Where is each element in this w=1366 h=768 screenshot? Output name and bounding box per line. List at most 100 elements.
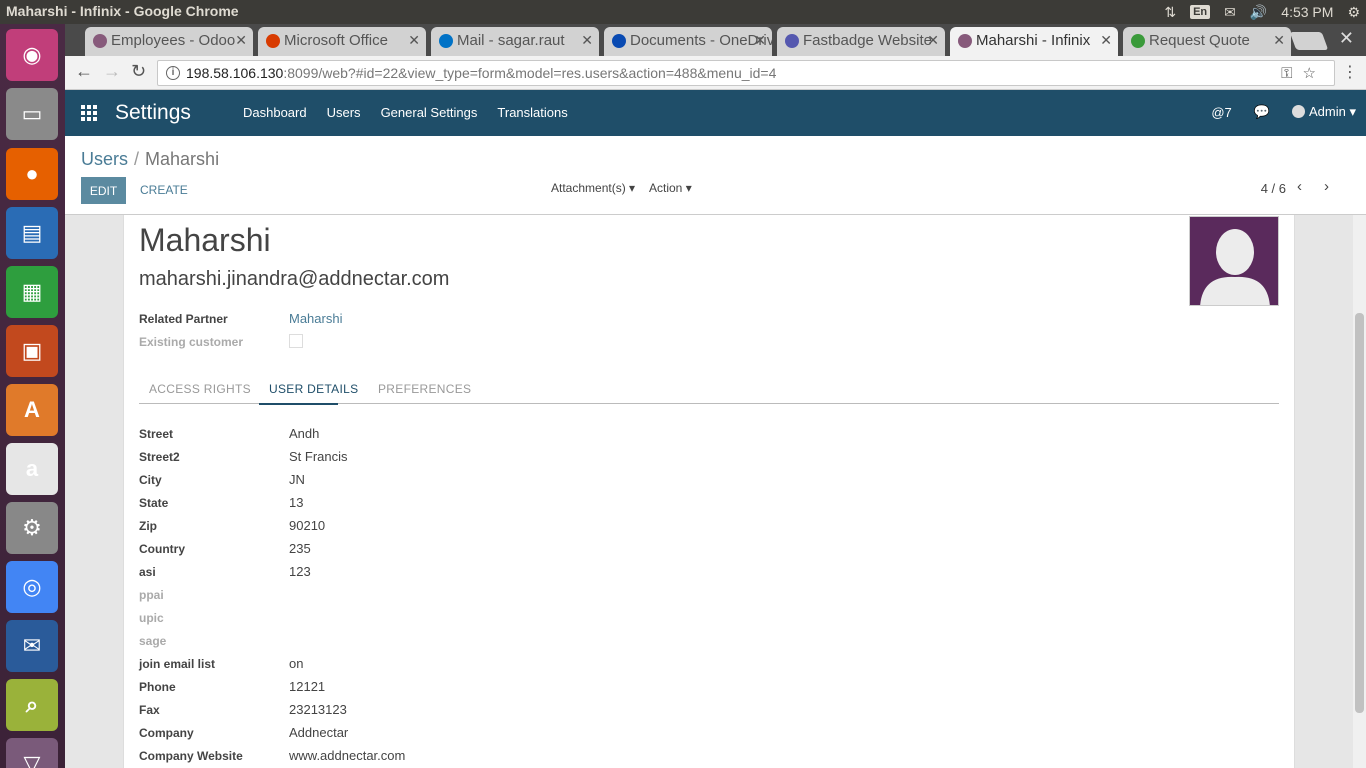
thunderbird-icon[interactable]: ✉ bbox=[6, 620, 58, 672]
main-menu: Dashboard Users General Settings Translatio… bbox=[243, 105, 568, 120]
bookmark-star-icon[interactable]: ☆ bbox=[1303, 65, 1326, 82]
breadcrumb-users-link[interactable]: Users bbox=[81, 149, 128, 169]
tab-close-icon[interactable]: ✕ bbox=[927, 32, 939, 49]
new-tab-button[interactable] bbox=[1289, 32, 1329, 50]
odoo-top-nav: Settings Dashboard Users General Settings T… bbox=[65, 90, 1366, 136]
field-value: 123 bbox=[289, 564, 311, 579]
tab-close-icon[interactable]: ✕ bbox=[1273, 32, 1285, 49]
menu-item-dashboard[interactable]: Dashboard bbox=[243, 105, 307, 120]
field-value: JN bbox=[289, 472, 305, 487]
form-view-content: Maharshi maharshi.jinandra@addnectar.com… bbox=[65, 215, 1353, 768]
writer-icon-glyph: ▤ bbox=[21, 220, 43, 245]
tab-close-icon[interactable]: ✕ bbox=[581, 32, 593, 49]
chrome-menu-icon[interactable]: ⋮ bbox=[1342, 62, 1358, 82]
browser-tab[interactable]: Fastbadge Website ✕ bbox=[777, 27, 945, 56]
tab-label: Employees - Odoo bbox=[111, 32, 236, 49]
form-notebook-tabs: ACCESS RIGHTS USER DETAILS PREFERENCES bbox=[139, 375, 1279, 405]
attachments-dropdown[interactable]: Attachment(s) ▾ bbox=[551, 181, 635, 195]
calc-icon[interactable]: ▦ bbox=[6, 266, 58, 318]
screenshot-icon[interactable]: ⌕ bbox=[6, 679, 58, 731]
field-label: ppai bbox=[139, 588, 164, 602]
software-center-icon[interactable]: A bbox=[6, 384, 58, 436]
tab-access-rights[interactable]: ACCESS RIGHTS bbox=[149, 382, 251, 396]
tab-label: Maharshi - Infinix bbox=[976, 32, 1091, 49]
tab-label: Mail - sagar.raut bbox=[457, 32, 565, 49]
action-dropdown[interactable]: Action ▾ bbox=[649, 181, 692, 195]
user-menu[interactable]: Admin ▾ bbox=[1291, 104, 1356, 120]
network-icon[interactable]: ⇅ bbox=[1164, 4, 1176, 21]
key-icon[interactable]: ⚿ bbox=[1281, 65, 1302, 82]
field-label: State bbox=[139, 496, 169, 510]
impress-icon[interactable]: ▣ bbox=[6, 325, 58, 377]
power-gear-icon[interactable]: ⚙ bbox=[1347, 4, 1360, 21]
mentions-counter[interactable]: @7 bbox=[1211, 105, 1231, 120]
control-panel: Users / Maharshi EDIT CREATE Attachment(s)… bbox=[65, 136, 1366, 215]
ubuntu-dash-icon[interactable]: ◉ bbox=[6, 29, 58, 81]
keyboard-layout-indicator[interactable]: En bbox=[1190, 5, 1211, 19]
tab-close-icon[interactable]: ✕ bbox=[408, 32, 420, 49]
page-scrollbar[interactable] bbox=[1353, 215, 1366, 768]
system-top-bar: Maharshi - Infinix - Google Chrome ⇅ En … bbox=[0, 0, 1366, 24]
tab-label: Request Quote bbox=[1149, 32, 1250, 49]
files-icon[interactable]: ▭ bbox=[6, 88, 58, 140]
url-path: :8099/web?#id=22&view_type=form&model=re… bbox=[283, 65, 777, 81]
edit-button[interactable]: EDIT bbox=[81, 177, 126, 204]
pager-previous-icon[interactable]: ‹ bbox=[1297, 178, 1302, 195]
tab-label: Microsoft Office bbox=[284, 32, 388, 49]
menu-item-users[interactable]: Users bbox=[327, 105, 361, 120]
trash-icon[interactable]: ▽ bbox=[6, 738, 58, 768]
related-partner-link[interactable]: Maharshi bbox=[289, 311, 342, 326]
field-value: Addnectar bbox=[289, 725, 349, 740]
tab-close-icon[interactable]: ✕ bbox=[1100, 32, 1112, 49]
browser-tab[interactable]: Documents - OneDrive ✕ bbox=[604, 27, 772, 56]
create-button[interactable]: CREATE bbox=[140, 183, 188, 197]
mail-icon[interactable]: ✉ bbox=[1224, 4, 1236, 21]
browser-tab[interactable]: Employees - Odoo ✕ bbox=[85, 27, 253, 56]
browser-tab[interactable]: Request Quote ✕ bbox=[1123, 27, 1291, 56]
tab-label: Fastbadge Website bbox=[803, 32, 932, 49]
site-info-icon[interactable]: i bbox=[166, 66, 180, 80]
volume-icon[interactable]: 🔊 bbox=[1250, 4, 1267, 21]
browser-tab[interactable]: Mail - sagar.raut ✕ bbox=[431, 27, 599, 56]
tab-favicon-icon bbox=[612, 34, 626, 48]
forward-arrow-icon[interactable]: → bbox=[103, 61, 121, 82]
breadcrumb: Users / Maharshi bbox=[81, 149, 219, 170]
window-close-icon[interactable]: ✕ bbox=[1339, 28, 1354, 49]
tab-preferences[interactable]: PREFERENCES bbox=[378, 382, 471, 396]
tab-user-details[interactable]: USER DETAILS bbox=[269, 382, 358, 396]
form-sheet: Maharshi maharshi.jinandra@addnectar.com… bbox=[123, 215, 1295, 768]
software-center-icon-glyph: A bbox=[24, 397, 40, 422]
unity-launcher: ◉ ▭ ● ▤ ▦ ▣ Aa ⚙ ◎ ✉ ⌕ ▽ bbox=[0, 24, 65, 768]
field-label: upic bbox=[139, 611, 164, 625]
field-label: Company bbox=[139, 726, 194, 740]
attachments-label: Attachment(s) bbox=[551, 181, 626, 195]
chat-icon[interactable]: 💬 bbox=[1254, 104, 1270, 120]
chrome-icon[interactable]: ◎ bbox=[6, 561, 58, 613]
browser-tab[interactable]: Microsoft Office ✕ bbox=[258, 27, 426, 56]
system-settings-icon[interactable]: ⚙ bbox=[6, 502, 58, 554]
existing-customer-checkbox[interactable] bbox=[289, 334, 303, 348]
tab-favicon-icon bbox=[439, 34, 453, 48]
scrollbar-thumb[interactable] bbox=[1355, 313, 1364, 713]
firefox-icon[interactable]: ● bbox=[6, 148, 58, 200]
field-label: Company Website bbox=[139, 749, 243, 763]
menu-item-translations[interactable]: Translations bbox=[497, 105, 567, 120]
pager-next-icon[interactable]: › bbox=[1324, 178, 1329, 195]
clock[interactable]: 4:53 PM bbox=[1281, 4, 1333, 20]
back-arrow-icon[interactable]: ← bbox=[75, 61, 93, 82]
browser-tab[interactable]: Maharshi - Infinix ✕ bbox=[950, 27, 1118, 56]
tab-favicon-icon bbox=[1131, 34, 1145, 48]
tab-close-icon[interactable]: ✕ bbox=[754, 32, 766, 49]
menu-item-general-settings[interactable]: General Settings bbox=[381, 105, 478, 120]
tab-label: Documents - OneDrive bbox=[630, 32, 772, 49]
tab-close-icon[interactable]: ✕ bbox=[235, 32, 247, 49]
address-bar[interactable]: i 198.58.106.130:8099/web?#id=22&view_ty… bbox=[157, 60, 1335, 86]
field-value: 23213123 bbox=[289, 702, 347, 717]
amazon-icon[interactable]: a bbox=[6, 443, 58, 495]
apps-grid-icon[interactable] bbox=[81, 105, 97, 121]
writer-icon[interactable]: ▤ bbox=[6, 207, 58, 259]
field-label: Street2 bbox=[139, 450, 180, 464]
field-label: Street bbox=[139, 427, 174, 441]
related-partner-label: Related Partner bbox=[139, 312, 228, 326]
reload-icon[interactable]: ↻ bbox=[131, 61, 146, 82]
